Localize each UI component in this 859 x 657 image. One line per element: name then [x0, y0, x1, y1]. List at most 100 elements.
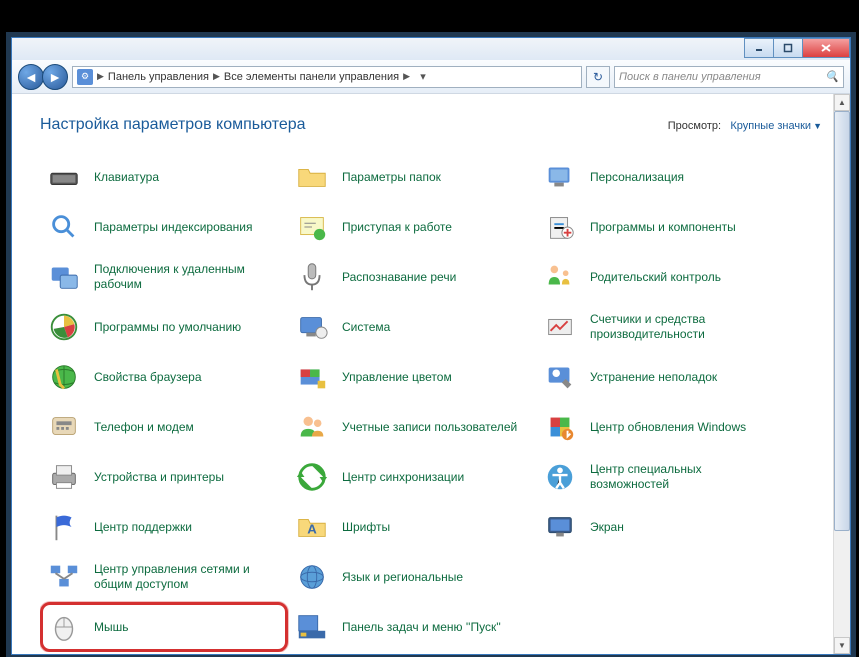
page-title: Настройка параметров компьютера — [40, 116, 306, 134]
close-button[interactable] — [802, 38, 850, 58]
control-panel-window: ◄ ► ⚙ ▶ Панель управления ▶ Все элементы… — [11, 37, 851, 655]
internet-icon — [46, 359, 82, 395]
display-icon — [542, 509, 578, 545]
item-label: Мышь — [94, 620, 129, 635]
item-speech-recognition[interactable]: Распознавание речи — [288, 252, 536, 302]
item-devices-printers[interactable]: Устройства и принтеры — [40, 452, 288, 502]
chevron-down-icon: ▼ — [813, 121, 822, 131]
item-label: Родительский контроль — [590, 270, 721, 285]
refresh-button[interactable]: ↻ — [586, 66, 610, 88]
flag-icon — [46, 509, 82, 545]
item-user-accounts[interactable]: Учетные записи пользователей — [288, 402, 536, 452]
item-label: Центр обновления Windows — [590, 420, 746, 435]
search-placeholder: Поиск в панели управления — [619, 71, 761, 83]
globe-icon — [294, 559, 330, 595]
search-box[interactable]: Поиск в панели управления 🔍 — [614, 66, 844, 88]
view-selector[interactable]: Крупные значки▼ — [730, 120, 822, 132]
scrollbar[interactable]: ▲ ▼ — [833, 94, 850, 654]
item-ease-of-access[interactable]: Центр специальных возможностей — [536, 452, 784, 502]
network-icon — [46, 559, 82, 595]
item-action-center[interactable]: Центр поддержки — [40, 502, 288, 552]
item-label: Устранение неполадок — [590, 370, 717, 385]
item-troubleshooting[interactable]: Устранение неполадок — [536, 352, 784, 402]
item-label: Система — [342, 320, 390, 335]
item-parental-controls[interactable]: Родительский контроль — [536, 252, 784, 302]
navigation-bar: ◄ ► ⚙ ▶ Панель управления ▶ Все элементы… — [12, 60, 850, 94]
content-area: Настройка параметров компьютера Просмотр… — [12, 94, 850, 654]
item-label: Шрифты — [342, 520, 390, 535]
item-label: Панель задач и меню ''Пуск'' — [342, 620, 501, 635]
item-label: Персонализация — [590, 170, 684, 185]
item-label: Приступая к работе — [342, 220, 452, 235]
forward-button[interactable]: ► — [42, 64, 68, 90]
item-label: Свойства браузера — [94, 370, 202, 385]
troubleshoot-icon — [542, 359, 578, 395]
control-panel-icon: ⚙ — [77, 69, 93, 85]
item-label: Счетчики и средства производительности — [590, 312, 770, 342]
address-bar[interactable]: ⚙ ▶ Панель управления ▶ Все элементы пан… — [72, 66, 582, 88]
default-programs-icon — [46, 309, 82, 345]
chevron-icon: ▶ — [213, 71, 220, 82]
item-performance[interactable]: Счетчики и средства производительности — [536, 302, 784, 352]
svg-text:A: A — [307, 522, 317, 537]
item-sync-center[interactable]: Центр синхронизации — [288, 452, 536, 502]
item-region-language[interactable]: Язык и региональные — [288, 552, 536, 602]
users-icon — [294, 409, 330, 445]
mouse-icon — [46, 609, 82, 645]
item-taskbar-start[interactable]: Панель задач и меню ''Пуск'' — [288, 602, 536, 652]
breadcrumb-1[interactable]: Панель управления — [108, 71, 209, 83]
family-icon — [542, 259, 578, 295]
item-label: Центр специальных возможностей — [590, 462, 770, 492]
item-mouse[interactable]: Мышь — [40, 602, 288, 652]
item-label: Программы и компоненты — [590, 220, 736, 235]
item-fonts[interactable]: A Шрифты — [288, 502, 536, 552]
remote-icon — [46, 259, 82, 295]
scroll-down-button[interactable]: ▼ — [834, 637, 850, 654]
item-display[interactable]: Экран — [536, 502, 784, 552]
item-color-management[interactable]: Управление цветом — [288, 352, 536, 402]
nav-buttons: ◄ ► — [18, 64, 68, 90]
microphone-icon — [294, 259, 330, 295]
item-internet-options[interactable]: Свойства браузера — [40, 352, 288, 402]
item-folder-options[interactable]: Параметры папок — [288, 152, 536, 202]
back-button[interactable]: ◄ — [18, 64, 44, 90]
item-label: Учетные записи пользователей — [342, 420, 517, 435]
address-dropdown[interactable]: ▾ — [414, 70, 432, 83]
printer-icon — [46, 459, 82, 495]
item-label: Центр поддержки — [94, 520, 192, 535]
item-label: Устройства и принтеры — [94, 470, 224, 485]
chevron-icon: ▶ — [403, 71, 410, 82]
item-indexing[interactable]: Параметры индексирования — [40, 202, 288, 252]
personalization-icon — [542, 159, 578, 195]
item-programs-features[interactable]: Программы и компоненты — [536, 202, 784, 252]
sync-icon — [294, 459, 330, 495]
item-label: Параметры папок — [342, 170, 441, 185]
item-label: Параметры индексирования — [94, 220, 252, 235]
fonts-icon: A — [294, 509, 330, 545]
titlebar[interactable] — [12, 38, 850, 60]
minimize-button[interactable] — [744, 38, 774, 58]
item-network-sharing[interactable]: Центр управления сетями и общим доступом — [40, 552, 288, 602]
item-system[interactable]: Система — [288, 302, 536, 352]
item-windows-update[interactable]: Центр обновления Windows — [536, 402, 784, 452]
breadcrumb-2[interactable]: Все элементы панели управления — [224, 71, 399, 83]
item-label: Клавиатура — [94, 170, 159, 185]
scroll-up-button[interactable]: ▲ — [834, 94, 850, 111]
maximize-button[interactable] — [773, 38, 803, 58]
update-icon — [542, 409, 578, 445]
item-remote-desktop[interactable]: Подключения к удаленным рабочим — [40, 252, 288, 302]
performance-icon — [542, 309, 578, 345]
scroll-thumb[interactable] — [834, 111, 850, 531]
item-getting-started[interactable]: Приступая к работе — [288, 202, 536, 252]
item-label: Центр управления сетями и общим доступом — [94, 562, 274, 592]
keyboard-icon — [46, 159, 82, 195]
getting-started-icon — [294, 209, 330, 245]
search-index-icon — [46, 209, 82, 245]
view-label: Просмотр: — [668, 120, 721, 132]
item-phone-modem[interactable]: Телефон и модем — [40, 402, 288, 452]
item-keyboard[interactable]: Клавиатура — [40, 152, 288, 202]
item-personalization[interactable]: Персонализация — [536, 152, 784, 202]
item-default-programs[interactable]: Программы по умолчанию — [40, 302, 288, 352]
search-icon: 🔍 — [825, 70, 839, 83]
accessibility-icon — [542, 459, 578, 495]
